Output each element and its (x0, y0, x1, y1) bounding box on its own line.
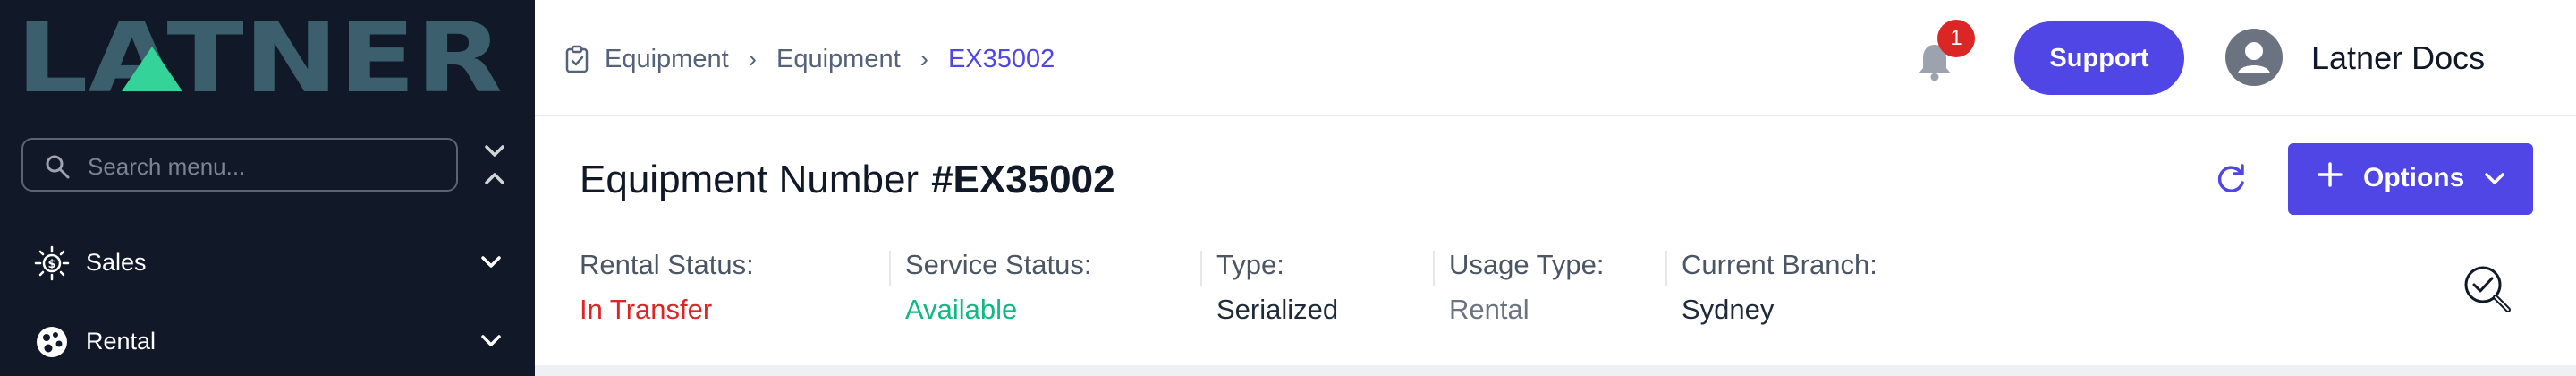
chevron-down-icon (481, 256, 501, 268)
field-divider (1200, 251, 1202, 286)
search-placeholder: Search menu... (88, 153, 246, 180)
field-usage-type: Usage Type: Rental (1449, 249, 1604, 329)
equipment-number: #EX35002 (931, 158, 1115, 201)
field-type: Type: Serialized (1216, 249, 1338, 329)
svg-text:$: $ (47, 258, 55, 271)
title-label: Equipment Number (580, 158, 919, 201)
field-label: Rental Status: (580, 249, 754, 280)
field-current-branch: Current Branch: Sydney (1682, 249, 1877, 329)
breadcrumb: Equipment › Equipment › EX35002 (564, 41, 1055, 77)
svg-text:LATNER: LATNER (16, 13, 503, 97)
sidebar-item-label: Sales (86, 249, 147, 276)
latner-logo[interactable]: LATNER (16, 13, 503, 97)
chevron-down-icon (2485, 173, 2504, 184)
options-button[interactable]: Options (2288, 143, 2533, 215)
type-value: Serialized (1216, 294, 1339, 325)
rental-icon (37, 327, 67, 357)
user-name[interactable]: Latner Docs (2311, 39, 2485, 77)
field-rental-status: Rental Status: In Transfer (580, 249, 754, 329)
field-label: Service Status: (905, 249, 1092, 280)
field-label: Current Branch: (1682, 249, 1877, 280)
breadcrumb-link-equipment[interactable]: Equipment (605, 45, 729, 74)
avatar[interactable] (2225, 29, 2283, 86)
field-label: Type: (1216, 249, 1284, 280)
field-divider (1433, 251, 1435, 286)
breadcrumb-current: EX35002 (947, 44, 1055, 73)
rental-status-value: In Transfer (580, 294, 713, 325)
breadcrumb-separator-icon: › (919, 45, 928, 73)
inspect-check-icon[interactable] (2462, 263, 2513, 317)
content-area-edge (535, 365, 2576, 376)
sidebar-item-rental[interactable]: Rental (32, 313, 515, 367)
field-service-status: Service Status: Available (905, 249, 1091, 329)
sidebar-item-label: Rental (86, 328, 157, 355)
sidebar: LATNER Search menu... $ Sales Rental (0, 0, 535, 376)
breadcrumb-separator-icon: › (748, 45, 757, 73)
plus-icon (2318, 162, 2343, 187)
options-label: Options (2363, 163, 2465, 192)
service-status-value: Available (905, 294, 1018, 325)
support-button[interactable]: Support (2014, 21, 2184, 95)
sidebar-item-sales[interactable]: $ Sales (32, 235, 515, 288)
field-divider (1665, 251, 1667, 286)
notification-count-badge: 1 (1937, 20, 1975, 57)
chevrons-collapse-icon[interactable] (479, 143, 510, 186)
sales-icon: $ (34, 245, 70, 281)
clipboard-check-icon (565, 45, 589, 73)
field-divider (889, 251, 891, 286)
field-label: Usage Type: (1449, 249, 1605, 280)
current-branch-value: Sydney (1682, 294, 1775, 325)
chevron-down-icon (481, 335, 501, 346)
usage-type-value: Rental (1449, 294, 1530, 325)
search-menu-input[interactable]: Search menu... (21, 138, 458, 192)
user-icon (2238, 42, 2270, 73)
breadcrumb-link-equipment-list[interactable]: Equipment (776, 45, 901, 74)
page-title: Equipment Number #EX35002 (580, 158, 1115, 202)
search-icon (46, 155, 70, 179)
refresh-icon[interactable] (2213, 161, 2249, 197)
